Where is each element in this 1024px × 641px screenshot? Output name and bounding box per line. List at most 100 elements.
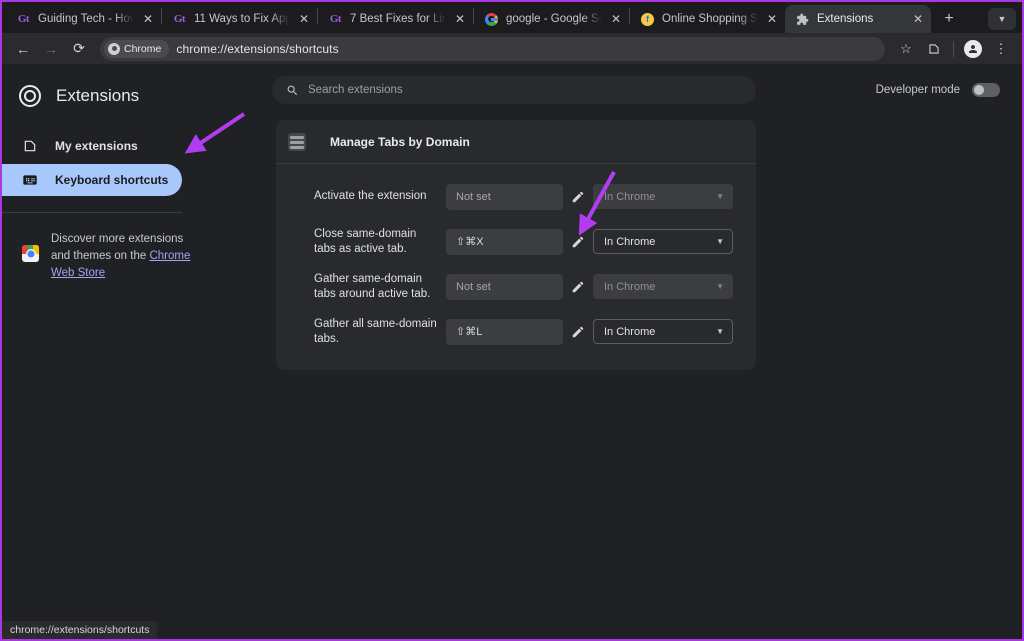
shortcut-scope-value: In Chrome [604,190,656,203]
close-icon[interactable]: ✕ [911,12,925,26]
main-content: Search extensions Developer mode Manage … [234,64,1022,621]
tab-title: Extensions [817,13,874,25]
search-placeholder: Search extensions [308,84,403,96]
page-title: Extensions [56,86,140,105]
tab-title: Online Shopping Site for M [662,13,758,25]
shortcut-scope-value: In Chrome [604,280,656,293]
developer-mode-control: Developer mode [876,83,1000,97]
shortcut-label: Gather same-domain tabs around active ta… [314,272,431,300]
status-bar: chrome://extensions/shortcuts [2,621,158,639]
chrome-web-store-icon [22,245,39,262]
shortcut-row: Gather same-domain tabs around active ta… [276,264,756,309]
arrow-right-icon[interactable]: → [38,36,64,62]
chevron-down-icon: ▼ [716,282,724,291]
discover-line-2: and themes on the [51,250,150,262]
pencil-icon[interactable] [563,190,593,204]
extension-name: Manage Tabs by Domain [330,134,470,149]
reload-icon[interactable]: ⟳ [66,36,92,62]
chevron-down-icon: ▼ [716,192,724,201]
chevron-down-icon: ▼ [716,237,724,246]
gt-icon: Gt [17,13,30,25]
chrome-logo-icon [108,42,120,55]
google-icon [484,12,499,27]
gt-icon: Gt [329,13,342,25]
browser-tab[interactable]: f Online Shopping Site for M ✕ [630,5,785,33]
browser-tab-active[interactable]: Extensions ✕ [785,5,931,33]
shortcut-scope-value: In Chrome [604,235,656,248]
avatar-icon[interactable] [960,36,986,62]
browser-tab[interactable]: google - Google Search ✕ [474,5,629,33]
close-icon[interactable]: ✕ [453,12,467,26]
flipkart-icon: f [640,12,655,27]
pencil-icon[interactable] [563,280,593,294]
avatar [964,39,982,58]
search-input[interactable]: Search extensions [272,76,756,104]
close-icon[interactable]: ✕ [765,12,779,26]
browser-toolbar: ← → ⟳ Chrome chrome://extensions/shortcu… [2,33,1022,64]
shortcut-input[interactable]: ⇧⌘X [446,228,563,255]
sidebar-nav: My extensions Keyboard shortcuts [2,130,234,196]
extension-shortcuts-card: Manage Tabs by Domain Activate the exten… [276,120,756,370]
discover-more-extensions: Discover more extensions and themes on t… [2,213,234,282]
pencil-icon[interactable] [563,235,593,249]
address-bar[interactable]: Chrome chrome://extensions/shortcuts [100,36,885,61]
close-icon[interactable]: ✕ [297,12,311,26]
tab-title: 7 Best Fixes for Link Previ [350,13,446,25]
puzzle-icon [795,12,810,27]
tab-strip: Gt Guiding Tech - How To Art ✕ Gt 11 Way… [2,2,1022,33]
shortcut-row: Close same-domain tabs as active tab. ⇧⌘… [276,219,756,264]
extension-tile-icon [288,132,306,151]
sidebar-item-label: Keyboard shortcuts [55,173,169,187]
address-bar-url: chrome://extensions/shortcuts [176,41,339,56]
keyboard-icon [21,172,39,188]
shortcut-scope-select[interactable]: In Chrome ▼ [593,229,733,254]
shortcut-row: Activate the extension Not set In Chrome… [276,174,756,219]
three-dot-menu-icon[interactable]: ⋮ [988,36,1014,62]
chrome-chip-label: Chrome [124,42,162,55]
main-header: Search extensions Developer mode [234,64,1022,116]
chevron-down-icon: ▼ [716,327,724,336]
sidebar: Extensions My extensions Keyboard shortc… [2,64,234,621]
sidebar-item-my-extensions[interactable]: My extensions [2,130,182,162]
page-brand: Extensions [2,76,234,116]
browser-tab[interactable]: Gt 11 Ways to Fix Apple Watc ✕ [162,5,317,33]
browser-tab[interactable]: Gt 7 Best Fixes for Link Previ ✕ [318,5,473,33]
shortcut-input[interactable]: Not set [446,273,563,300]
browser-tab[interactable]: Gt Guiding Tech - How To Art ✕ [6,5,161,33]
sidebar-item-keyboard-shortcuts[interactable]: Keyboard shortcuts [2,164,182,196]
shortcut-row: Gather all same-domain tabs. ⇧⌘L In Chro… [276,309,756,354]
search-icon [287,85,298,95]
extensions-puzzle-icon[interactable] [921,36,947,62]
chevron-down-icon[interactable]: ▼ [988,8,1016,30]
shortcut-scope-select[interactable]: In Chrome ▼ [593,184,733,209]
shortcut-label: Close same-domain tabs as active tab. [314,227,417,255]
tab-title: 11 Ways to Fix Apple Watc [194,13,290,25]
shortcut-scope-select[interactable]: In Chrome ▼ [593,274,733,299]
card-header: Manage Tabs by Domain [276,120,756,164]
shortcut-input[interactable]: ⇧⌘L [446,318,563,345]
close-icon[interactable]: ✕ [141,12,155,26]
developer-mode-label: Developer mode [875,84,960,96]
new-tab-button[interactable]: + [935,5,963,33]
chrome-scheme-chip: Chrome [104,39,170,58]
close-icon[interactable]: ✕ [609,12,623,26]
puzzle-piece-icon [21,138,39,154]
shortcut-rows: Activate the extension Not set In Chrome… [276,164,756,370]
browser-window: Gt Guiding Tech - How To Art ✕ Gt 11 Way… [0,0,1024,641]
chrome-logo-icon [19,85,41,107]
discover-line-1: Discover more extensions [51,233,184,245]
shortcut-label: Gather all same-domain tabs. [314,317,437,345]
tab-title: google - Google Search [506,13,602,25]
shortcut-scope-select[interactable]: In Chrome ▼ [593,319,733,344]
toolbar-divider [953,40,954,57]
pencil-icon[interactable] [563,325,593,339]
developer-mode-toggle[interactable] [972,83,1000,97]
discover-text: Discover more extensions and themes on t… [51,231,216,282]
gt-icon: Gt [173,13,186,25]
arrow-left-icon[interactable]: ← [10,36,36,62]
tab-title: Guiding Tech - How To Art [38,13,134,25]
shortcut-label: Activate the extension [314,190,427,202]
star-icon[interactable]: ☆ [893,36,919,62]
shortcut-input[interactable]: Not set [446,183,563,210]
shortcut-scope-value: In Chrome [604,325,656,338]
